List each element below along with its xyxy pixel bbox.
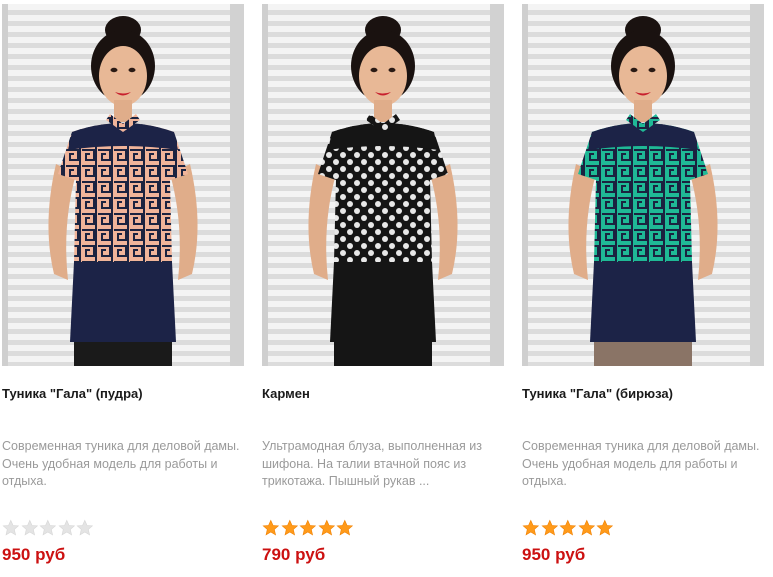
product-description: Ультрамодная блуза, выполненная из шифон… <box>262 439 482 488</box>
rating-stars <box>2 519 94 537</box>
rating-stars <box>522 519 614 537</box>
star-filled-icon <box>559 519 577 536</box>
product-description: Современная туника для деловой дамы. Оче… <box>2 439 240 488</box>
star-filled-icon <box>318 519 335 536</box>
model-photo <box>262 4 504 366</box>
star-filled-icon <box>522 519 540 536</box>
star-filled-icon <box>596 519 614 536</box>
product-card: Кармен Ультрамодная блуза, выполненная и… <box>262 0 507 577</box>
star-filled-icon <box>336 519 354 536</box>
star-empty-icon <box>76 519 94 536</box>
star-empty-icon <box>39 519 57 536</box>
product-card: Туника "Гала" (бирюза) Современная туник… <box>522 0 767 577</box>
star-filled-icon <box>541 519 558 536</box>
star-empty-icon <box>2 519 20 536</box>
product-title-link[interactable]: Кармен <box>262 386 507 402</box>
product-photo[interactable] <box>262 4 504 366</box>
product-title-link[interactable]: Туника "Гала" (бирюза) <box>522 386 767 402</box>
product-photo[interactable] <box>522 4 764 366</box>
rating-stars <box>262 519 354 537</box>
model-photo <box>2 4 244 366</box>
product-card: Туника "Гала" (пудра) Современная туника… <box>2 0 247 577</box>
star-filled-icon <box>281 519 298 536</box>
star-filled-icon <box>299 519 317 536</box>
product-photo[interactable] <box>2 4 244 366</box>
product-title-link[interactable]: Туника "Гала" (пудра) <box>2 386 247 402</box>
star-filled-icon <box>262 519 280 536</box>
product-description: Современная туника для деловой дамы. Оче… <box>522 439 760 488</box>
star-filled-icon <box>578 519 595 536</box>
product-price: 950 руб <box>2 545 66 564</box>
model-photo <box>522 4 764 366</box>
product-price: 950 руб <box>522 545 586 564</box>
star-empty-icon <box>21 519 38 536</box>
product-price: 790 руб <box>262 545 326 564</box>
star-empty-icon <box>58 519 75 536</box>
